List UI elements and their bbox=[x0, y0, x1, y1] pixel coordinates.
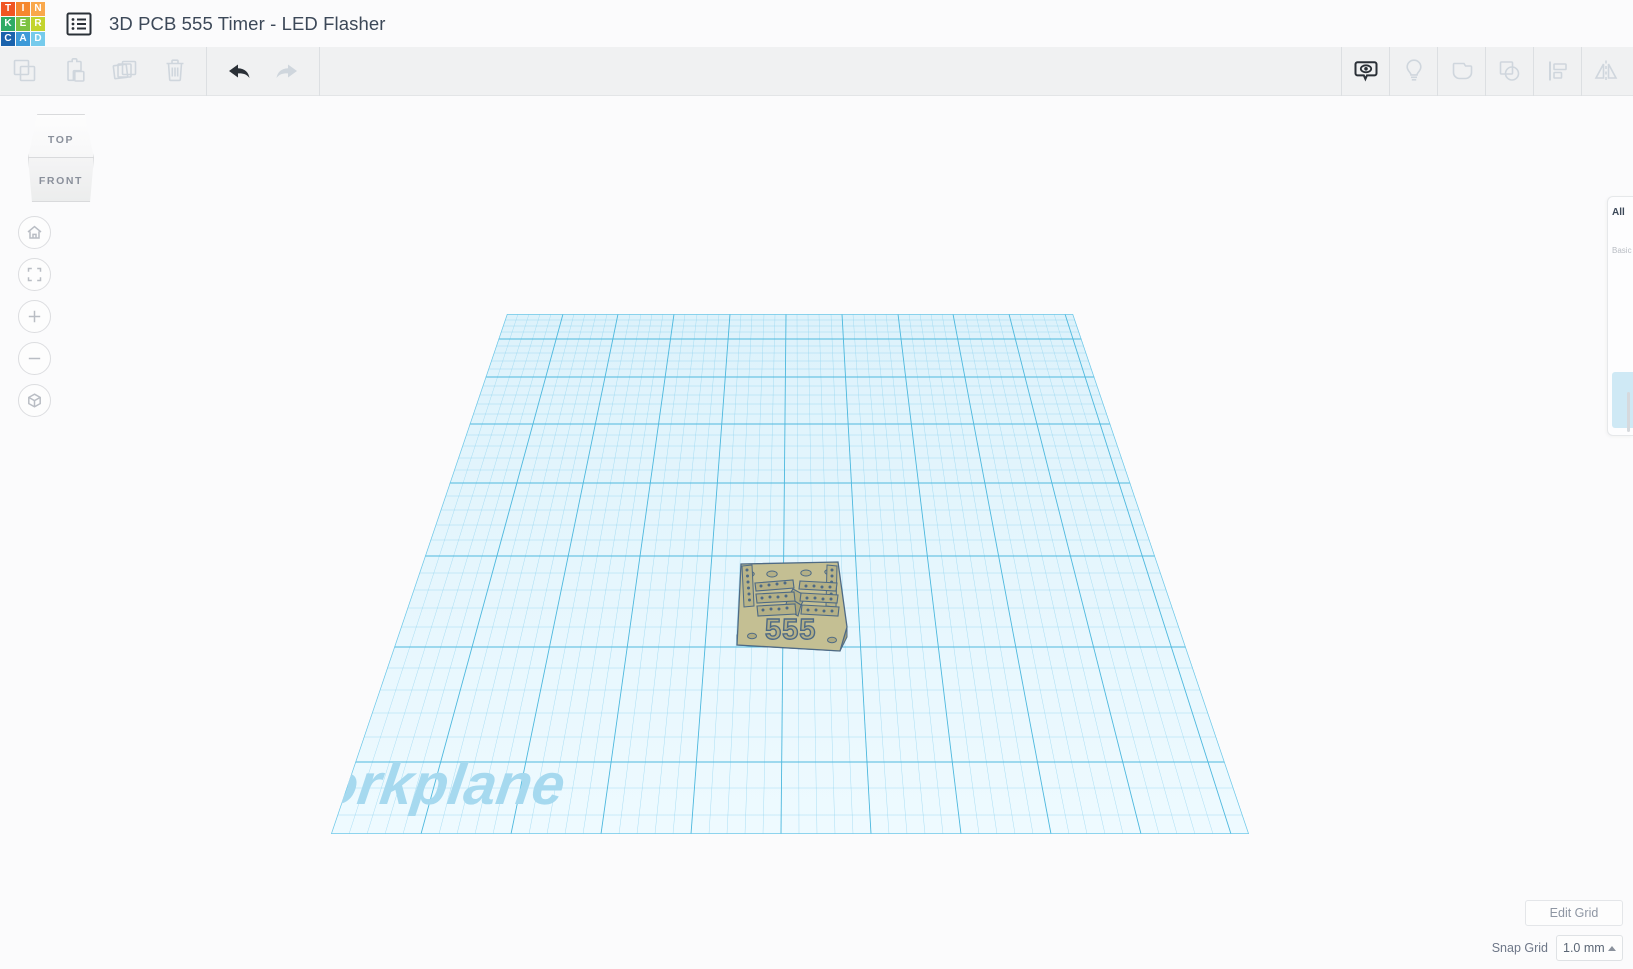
logo-cell-i: I bbox=[16, 1, 30, 16]
list-document-icon[interactable] bbox=[66, 11, 92, 37]
workplane-grid: Workplane 555 bbox=[265, 314, 1249, 834]
top-bar: T I N K E R C A D 3D PCB 555 Timer - LED… bbox=[0, 0, 1633, 47]
workplane-label: Workplane bbox=[265, 752, 569, 817]
grid-controls: Edit Grid Snap Grid 1.0 mm bbox=[1492, 900, 1623, 961]
logo-cell-t: T bbox=[1, 1, 15, 16]
page-title: 3D PCB 555 Timer - LED Flasher bbox=[109, 12, 386, 34]
snap-grid-select[interactable]: 1.0 mm bbox=[1556, 935, 1623, 961]
view-cube[interactable]: TOP FRONT bbox=[24, 114, 98, 202]
copy-button[interactable] bbox=[0, 47, 50, 96]
logo-cell-c: C bbox=[1, 31, 15, 46]
tinkercad-logo[interactable]: T I N K E R C A D bbox=[0, 1, 46, 47]
mirror-button[interactable] bbox=[1581, 46, 1629, 96]
shapes-panel-collapsed[interactable]: All Basic Shapes bbox=[1607, 196, 1633, 436]
fit-to-view-button[interactable] bbox=[18, 258, 51, 291]
redo-button[interactable] bbox=[263, 47, 313, 96]
pcb-model[interactable]: 555 bbox=[736, 561, 848, 652]
logo-cell-d: D bbox=[31, 31, 45, 46]
logo-cell-a: A bbox=[16, 31, 30, 46]
light-button[interactable] bbox=[1389, 46, 1437, 96]
main-toolbar bbox=[0, 46, 1633, 96]
shapes-panel-subtitle: Basic Shapes bbox=[1612, 246, 1633, 255]
pcb-silkscreen-label: 555 bbox=[765, 614, 816, 646]
3d-viewport[interactable]: Workplane 555 TOP FRONT All Basic Edit G… bbox=[0, 96, 1633, 969]
logo-cell-r: R bbox=[31, 16, 45, 31]
edit-grid-button[interactable]: Edit Grid bbox=[1525, 900, 1623, 926]
navigation-controls bbox=[18, 216, 51, 417]
paste-button[interactable] bbox=[50, 47, 100, 96]
logo-cell-n: N bbox=[31, 1, 45, 16]
undo-button[interactable] bbox=[213, 47, 263, 96]
snap-grid-row: Snap Grid 1.0 mm bbox=[1492, 935, 1623, 961]
view-cube-top-label: TOP bbox=[47, 134, 75, 146]
view-projection-button[interactable] bbox=[18, 384, 51, 417]
edit-tool-group bbox=[0, 46, 326, 96]
view-cube-front-label: FRONT bbox=[38, 175, 84, 187]
toolbar-divider-2 bbox=[319, 46, 320, 96]
delete-button[interactable] bbox=[150, 47, 200, 96]
view-cube-top-face[interactable]: TOP bbox=[28, 114, 94, 158]
duplicate-button[interactable] bbox=[100, 47, 150, 96]
show-hide-button[interactable] bbox=[1341, 46, 1389, 96]
logo-cell-e: E bbox=[16, 16, 30, 31]
shapes-panel-scrollbar[interactable] bbox=[1627, 392, 1630, 432]
view-tool-group bbox=[1341, 46, 1633, 96]
snap-grid-value: 1.0 mm bbox=[1563, 941, 1605, 955]
align-button[interactable] bbox=[1533, 46, 1581, 96]
home-view-button[interactable] bbox=[18, 216, 51, 249]
zoom-in-button[interactable] bbox=[18, 300, 51, 333]
group-button[interactable] bbox=[1437, 46, 1485, 96]
logo-cell-k: K bbox=[1, 16, 15, 31]
chevron-up-icon bbox=[1608, 945, 1616, 951]
shapes-panel-title: All bbox=[1612, 207, 1625, 218]
ungroup-button[interactable] bbox=[1485, 46, 1533, 96]
zoom-out-button[interactable] bbox=[18, 342, 51, 375]
toolbar-divider bbox=[206, 46, 207, 96]
snap-grid-label: Snap Grid bbox=[1491, 941, 1548, 955]
view-cube-front-face[interactable]: FRONT bbox=[28, 157, 94, 202]
